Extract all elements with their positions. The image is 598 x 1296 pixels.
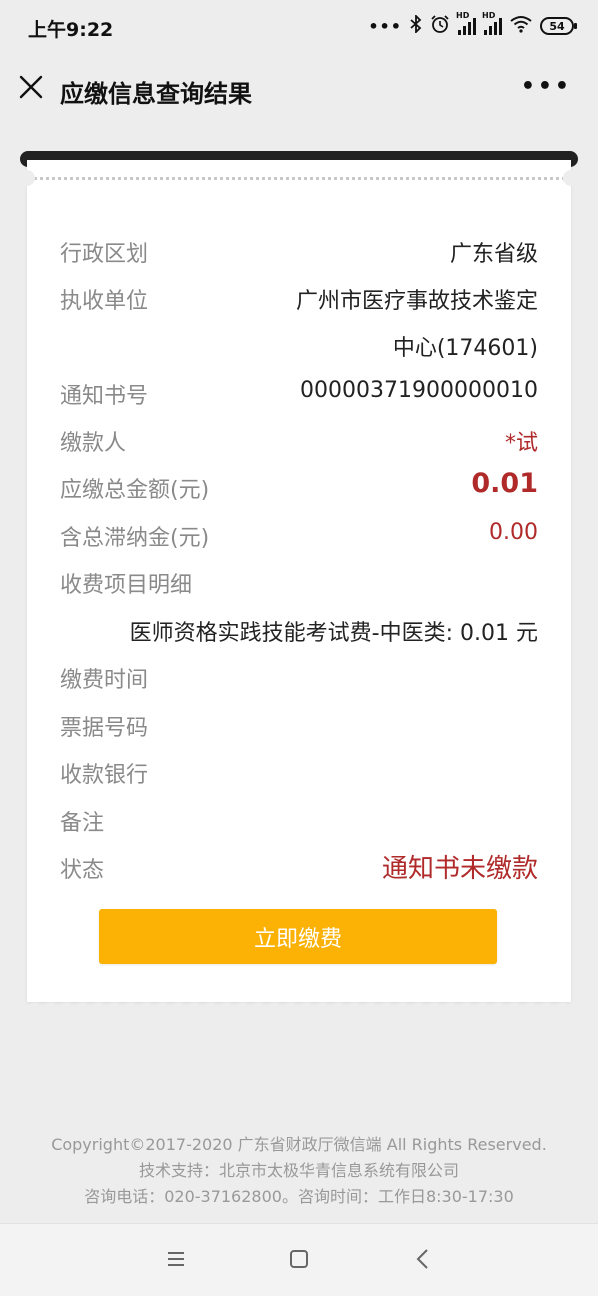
field-label: 行政区划 [60,242,149,267]
alarm-icon [430,14,450,38]
field-value: *试 [504,431,538,456]
close-icon[interactable] [16,72,46,102]
perforation-line [27,177,571,180]
field-total-amount: 应缴总金额(元) 0.01 [60,468,538,506]
field-label: 含总滞纳金(元) [60,526,210,551]
page-title: 应缴信息查询结果 [60,80,252,108]
signal-icon-2: HD [482,11,502,35]
field-value: 广州市医疗事故技术鉴定 [295,289,538,314]
field-label: 执收单位 [60,289,149,314]
field-invoice-no: 票据号码 [60,710,538,744]
field-collector: 执收单位 广州市医疗事故技术鉴定 [60,283,538,317]
receipt-scalloped-edge [27,994,571,1010]
field-label: 状态 [60,858,105,883]
field-label: 缴费时间 [60,668,149,693]
field-region: 行政区划 广东省级 [60,236,538,270]
field-value: 中心(174601) [392,336,538,361]
field-notice-no: 通知书号 00000371900000010 [60,378,538,412]
status-value: 通知书未缴款 [381,854,538,884]
field-payer: 缴款人 *试 [60,425,538,459]
field-collector-cont: 中心(174601) [60,330,538,364]
pay-now-button[interactable]: 立即缴费 [99,909,497,964]
field-bank: 收款银行 [60,757,538,791]
signal-icon-1: HD [456,11,476,35]
title-bar: 应缴信息查询结果 ••• [0,52,598,126]
support-text: 技术支持：北京市太极华青信息系统有限公司 [138,1161,459,1180]
menu-icon[interactable] [163,1246,189,1272]
fee-item-text: 医师资格实践技能考试费-中医类: 0.01 元 [129,621,538,646]
bluetooth-icon [410,13,422,37]
amount-value: 0.01 [471,468,538,499]
field-label: 缴款人 [60,431,127,456]
field-remark: 备注 [60,805,538,839]
receipt-card: 行政区划 广东省级 执收单位 广州市医疗事故技术鉴定 中心(174601) 通知… [19,160,579,1002]
field-label: 收款银行 [60,763,149,788]
contact-text: 咨询电话：020-37162800。咨询时间：工作日8:30-17:30 [84,1187,514,1206]
home-icon[interactable] [286,1246,312,1272]
field-label: 通知书号 [60,384,149,409]
field-value: 0.00 [489,520,538,545]
field-status: 状态 通知书未缴款 [60,852,538,886]
notification-dots-icon: ••• [368,16,402,36]
wifi-icon [510,15,532,37]
field-label: 备注 [60,811,105,836]
copyright-text: Copyright©2017-2020 广东省财政厅微信端 All Rights… [51,1135,547,1154]
system-nav-bar [0,1223,598,1296]
field-label: 票据号码 [60,716,149,741]
battery-icon: 54 [540,17,577,35]
field-value: 广东省级 [449,242,538,267]
field-label: 应缴总金额(元) [60,478,210,503]
status-icons: ••• HD HD 54 [368,11,577,38]
fee-item-detail: 医师资格实践技能考试费-中医类: 0.01 元 [60,615,538,649]
footer: Copyright©2017-2020 广东省财政厅微信端 All Rights… [0,1132,598,1210]
field-fee-items: 收费项目明细 [60,567,538,601]
more-icon[interactable]: ••• [521,76,572,98]
field-late-fee: 含总滞纳金(元) 0.00 [60,520,538,554]
status-bar: 上午9:22 ••• HD HD 54 [0,0,598,52]
field-value: 00000371900000010 [300,378,538,403]
field-pay-time: 缴费时间 [60,662,538,696]
back-icon[interactable] [410,1246,436,1272]
status-time: 上午9:22 [28,19,114,41]
field-label: 收费项目明细 [60,573,193,598]
